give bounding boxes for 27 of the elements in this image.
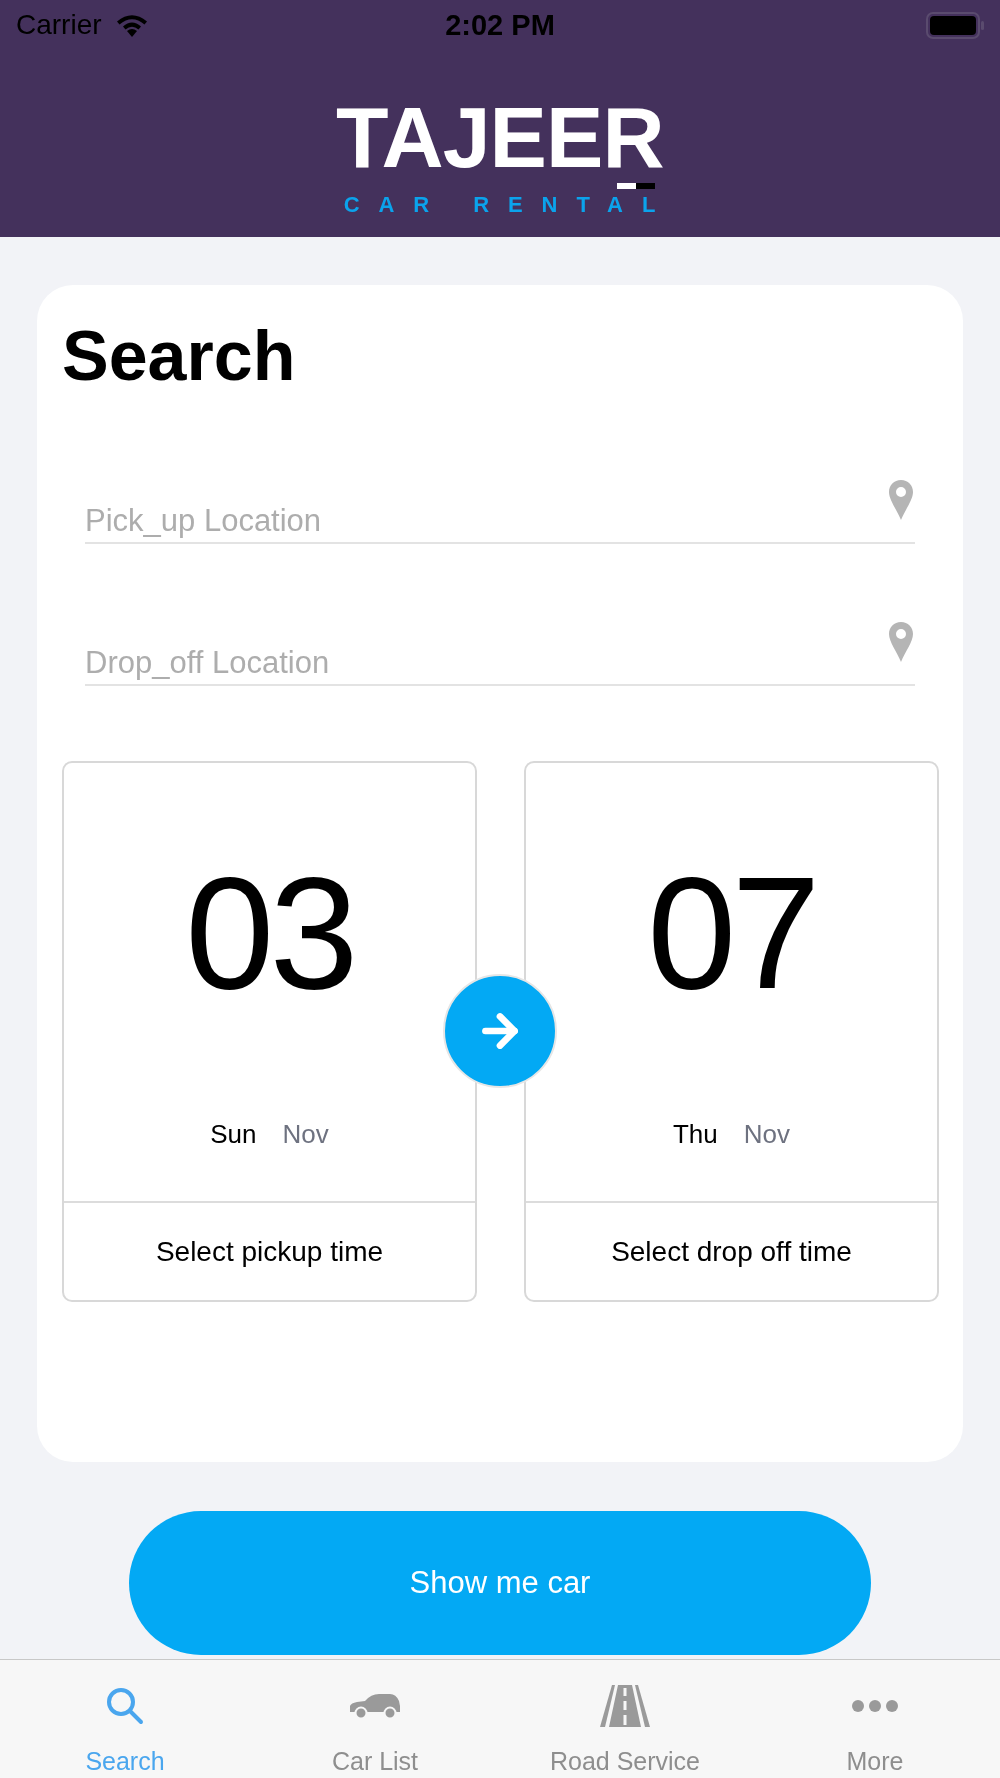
tab-item[interactable]: Road Service	[500, 1660, 750, 1778]
show-car-button[interactable]: Show me car	[129, 1511, 871, 1655]
more-icon	[852, 1700, 898, 1712]
day-number: 07	[647, 853, 816, 1013]
month-label: Nov	[282, 1120, 329, 1148]
logo-title: TAJEER	[336, 94, 664, 180]
time-label: 2:02 PM	[445, 10, 555, 40]
tab-item[interactable]: Car List	[250, 1660, 500, 1778]
logo-tag-icon	[617, 183, 655, 189]
search-title: Search	[62, 321, 296, 391]
tab-item[interactable]: More	[750, 1660, 1000, 1778]
weekday-label: Thu	[672, 1120, 718, 1148]
carrier-label: Carrier	[16, 11, 102, 39]
road-icon	[599, 1685, 651, 1727]
map-pin-icon	[889, 480, 913, 520]
weekday-label: Sun	[210, 1120, 257, 1148]
tab-item[interactable]: Search	[0, 1660, 250, 1778]
car-icon	[349, 1693, 401, 1719]
day-number: 03	[185, 853, 354, 1013]
search-icon	[106, 1687, 144, 1725]
logo-subtitle: CAR RENTAL	[342, 194, 675, 216]
select-time-button[interactable]: Select drop off time	[526, 1201, 937, 1300]
wifi-icon	[115, 13, 148, 37]
select-time-button[interactable]: Select pickup time	[64, 1201, 475, 1300]
month-label: Nov	[743, 1120, 791, 1148]
map-pin-icon	[889, 622, 913, 662]
battery-icon	[926, 11, 984, 39]
